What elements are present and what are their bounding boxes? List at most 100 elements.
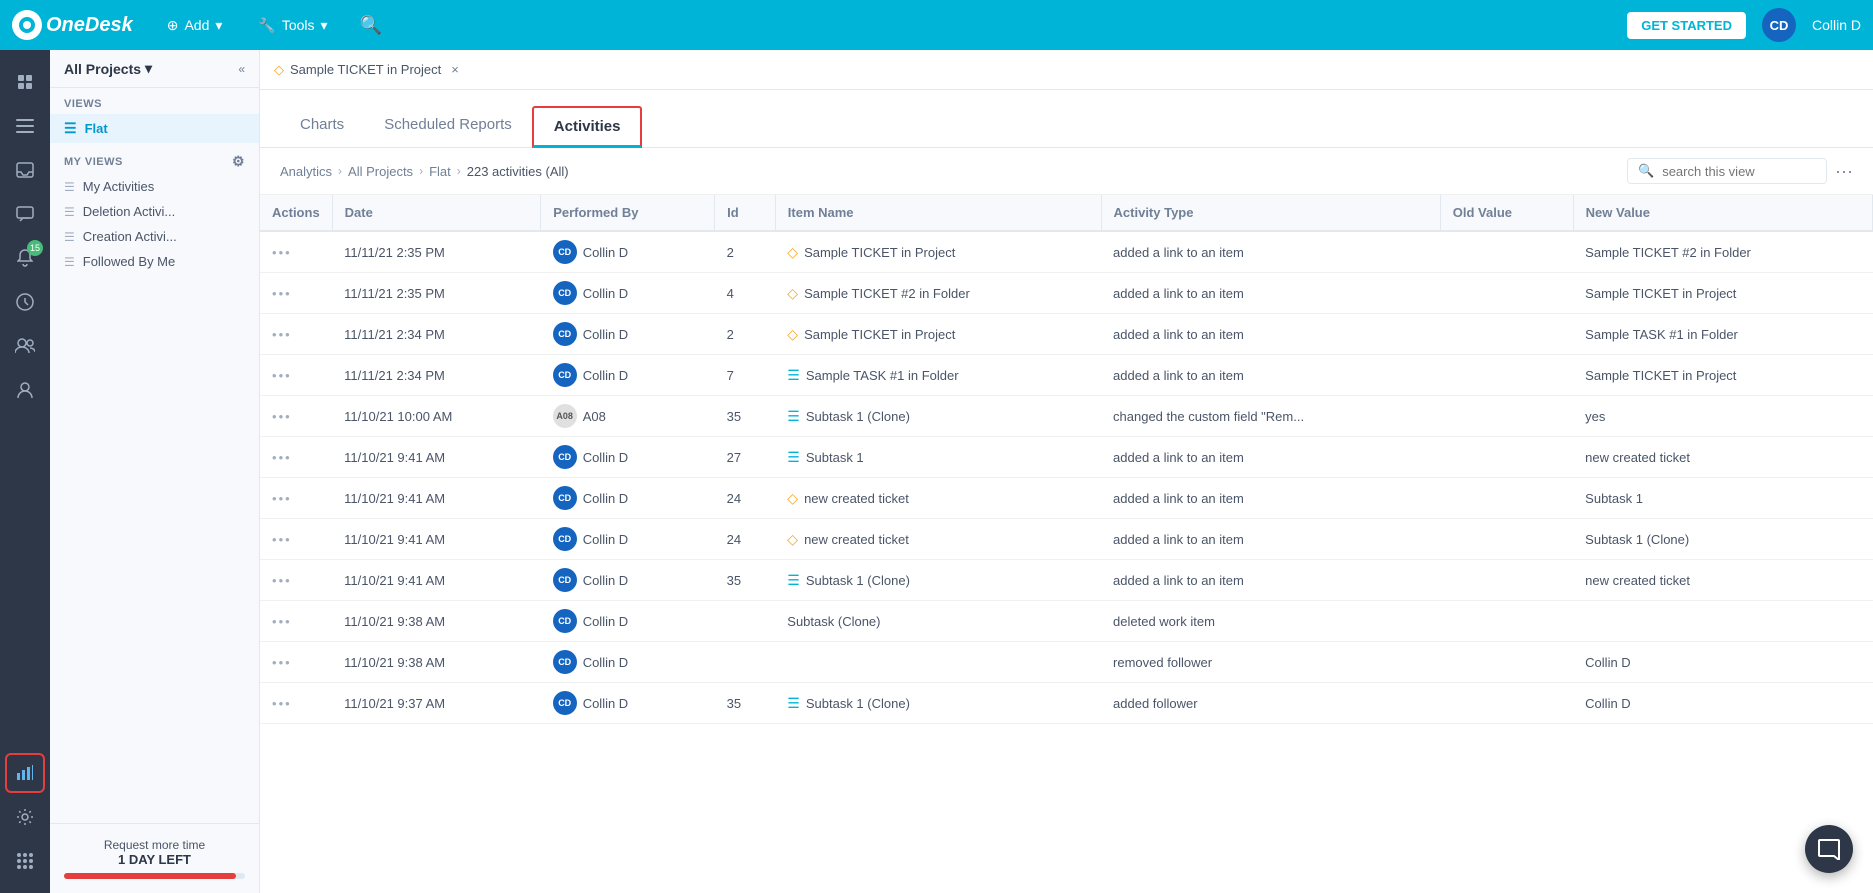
ticket-icon: ◇ — [787, 244, 798, 261]
row-actions[interactable]: ••• — [272, 491, 320, 506]
sidebar-item-clock[interactable] — [5, 282, 45, 322]
cell-performed-by: CD Collin D — [541, 437, 715, 478]
table-row: ••• 11/10/21 9:41 AM CD Collin D 24 ◇new… — [260, 519, 1873, 560]
cell-activity-type: added a link to an item — [1101, 519, 1440, 560]
sidebar-item-messages[interactable] — [5, 194, 45, 234]
sidebar-view-item[interactable]: ☰Creation Activi... — [50, 224, 259, 249]
cell-performed-by: CD Collin D — [541, 519, 715, 560]
add-button[interactable]: ⊕ Add ▾ — [157, 11, 233, 40]
user-avatar[interactable]: CD — [1762, 8, 1796, 42]
cell-id: 24 — [715, 478, 776, 519]
sidebar-item-grid[interactable] — [5, 841, 45, 881]
search-box[interactable]: 🔍 — [1627, 158, 1827, 184]
cell-activity-type: added a link to an item — [1101, 355, 1440, 396]
row-dot-1: • — [272, 368, 277, 383]
row-dot-1: • — [272, 286, 277, 301]
item-name-cell: ◇new created ticket — [787, 531, 1089, 548]
row-dot-3: • — [285, 368, 290, 383]
all-projects-selector[interactable]: All Projects ▾ — [64, 60, 152, 77]
sidebar-item-settings[interactable] — [5, 797, 45, 837]
tools-icon: 🔧 — [258, 17, 275, 34]
avatar: CD — [553, 609, 577, 633]
cell-date: 11/10/21 9:41 AM — [332, 478, 541, 519]
row-actions[interactable]: ••• — [272, 614, 320, 629]
item-name-cell: ☰Subtask 1 (Clone) — [787, 408, 1089, 425]
sidebar-item-notifications[interactable]: 15 — [5, 238, 45, 278]
row-actions[interactable]: ••• — [272, 696, 320, 711]
cell-date: 11/10/21 9:41 AM — [332, 560, 541, 601]
logo[interactable]: OneDesk — [12, 10, 133, 40]
tab-charts[interactable]: Charts — [280, 104, 364, 148]
sidebar-item-inbox[interactable] — [5, 150, 45, 190]
performed-by-cell: CD Collin D — [553, 322, 703, 346]
performed-by-cell: CD Collin D — [553, 486, 703, 510]
sidebar-item-list[interactable] — [5, 106, 45, 146]
cell-item-name: ◇Sample TICKET #2 in Folder — [775, 273, 1101, 314]
sidebar-item-contacts[interactable] — [5, 370, 45, 410]
open-tab-label: ◇ Sample TICKET in Project × — [274, 62, 459, 78]
row-actions[interactable]: ••• — [272, 409, 320, 424]
sidebar-view-item[interactable]: ☰Deletion Activi... — [50, 199, 259, 224]
sidebar-item-home[interactable] — [5, 62, 45, 102]
tab-scheduled-reports[interactable]: Scheduled Reports — [364, 104, 532, 148]
row-dot-3: • — [285, 327, 290, 342]
search-icon[interactable]: 🔍 — [354, 9, 388, 42]
item-name-cell: ☰Subtask 1 (Clone) — [787, 695, 1089, 712]
breadcrumb-flat[interactable]: Flat — [429, 164, 451, 179]
row-actions[interactable]: ••• — [272, 532, 320, 547]
sidebar-item-users[interactable] — [5, 326, 45, 366]
more-options-button[interactable]: ··· — [1835, 161, 1853, 182]
chat-bubble[interactable] — [1805, 825, 1853, 873]
drag-icon: ☰ — [64, 180, 75, 194]
get-started-button[interactable]: GET STARTED — [1627, 12, 1746, 39]
cell-performed-by: CD Collin D — [541, 642, 715, 683]
sidebar-flat-view[interactable]: ☰ Flat — [50, 114, 259, 143]
cell-activity-type: added a link to an item — [1101, 478, 1440, 519]
breadcrumb-all-projects[interactable]: All Projects — [348, 164, 413, 179]
cell-old-value — [1440, 355, 1573, 396]
row-dot-2: • — [279, 655, 284, 670]
row-dot-3: • — [285, 286, 290, 301]
cell-actions: ••• — [260, 273, 332, 314]
ticket-icon: ◇ — [787, 326, 798, 343]
search-input[interactable] — [1662, 164, 1802, 179]
cell-id: 24 — [715, 519, 776, 560]
row-actions[interactable]: ••• — [272, 286, 320, 301]
table-row: ••• 11/10/21 9:41 AM CD Collin D 24 ◇new… — [260, 478, 1873, 519]
breadcrumb-analytics[interactable]: Analytics — [280, 164, 332, 179]
row-dot-3: • — [285, 245, 290, 260]
ticket-icon: ◇ — [787, 285, 798, 302]
row-dot-1: • — [272, 327, 277, 342]
cell-new-value: Collin D — [1573, 683, 1872, 724]
cell-actions: ••• — [260, 560, 332, 601]
performed-by-cell: CD Collin D — [553, 568, 703, 592]
row-actions[interactable]: ••• — [272, 245, 320, 260]
breadcrumb-sep-1: › — [338, 164, 342, 178]
cell-id: 35 — [715, 560, 776, 601]
cell-date: 11/11/21 2:34 PM — [332, 314, 541, 355]
sidebar-view-item[interactable]: ☰My Activities — [50, 174, 259, 199]
row-actions[interactable]: ••• — [272, 655, 320, 670]
row-actions[interactable]: ••• — [272, 450, 320, 465]
user-name[interactable]: Collin D — [1812, 17, 1861, 33]
sidebar-view-item[interactable]: ☰Followed By Me — [50, 249, 259, 274]
ticket-tab-icon: ◇ — [274, 62, 284, 78]
row-actions[interactable]: ••• — [272, 327, 320, 342]
main-content: ◇ Sample TICKET in Project × Charts Sche… — [260, 50, 1873, 893]
tab-close-button[interactable]: × — [451, 62, 459, 77]
row-actions[interactable]: ••• — [272, 368, 320, 383]
my-views-settings-icon[interactable]: ⚙ — [232, 153, 245, 170]
cell-item-name: ☰Subtask 1 (Clone) — [775, 560, 1101, 601]
col-item-name: Item Name — [775, 195, 1101, 231]
time-progress-fill — [64, 873, 236, 879]
tools-button[interactable]: 🔧 Tools ▾ — [248, 11, 337, 40]
tab-activities[interactable]: Activities — [532, 106, 643, 148]
sidebar-collapse-button[interactable]: « — [238, 62, 245, 76]
cell-id: 4 — [715, 273, 776, 314]
row-actions[interactable]: ••• — [272, 573, 320, 588]
sidebar-item-analytics[interactable] — [5, 753, 45, 793]
cell-old-value — [1440, 314, 1573, 355]
row-dot-1: • — [272, 450, 277, 465]
avatar: CD — [553, 486, 577, 510]
cell-item-name: ☰Subtask 1 — [775, 437, 1101, 478]
